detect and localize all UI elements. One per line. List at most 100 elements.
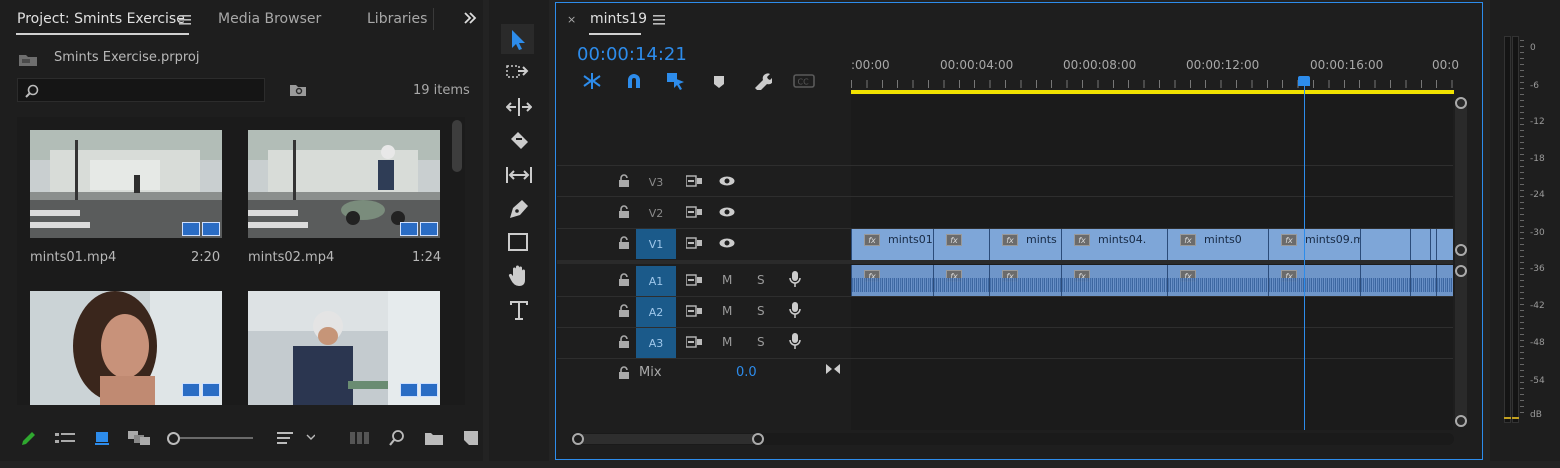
panel-menu-icon[interactable] — [179, 14, 191, 25]
sort-icons-icon[interactable] — [277, 431, 315, 445]
track-name-v2[interactable]: V2 — [636, 198, 676, 228]
audio-clip[interactable] — [1360, 265, 1410, 296]
eye-icon[interactable] — [719, 238, 735, 248]
overflow-chevron-icon[interactable] — [463, 12, 477, 24]
mute-button[interactable]: M — [722, 335, 732, 349]
toggle-sync-lock-icon[interactable] — [686, 237, 702, 249]
add-marker-icon[interactable] — [713, 75, 725, 89]
tab-project[interactable]: Project: Smints Exercise — [17, 11, 185, 27]
clip-thumbnail-portrait[interactable] — [30, 291, 222, 405]
zoom-slider[interactable] — [167, 432, 253, 445]
microphone-icon[interactable] — [789, 302, 801, 319]
close-sequence-icon[interactable]: × — [567, 13, 576, 26]
icon-view-icon[interactable] — [95, 431, 109, 445]
wrench-settings-icon[interactable] — [752, 72, 772, 90]
audio-clip[interactable]: fx — [1061, 265, 1167, 296]
vertical-scrollbar[interactable] — [1455, 97, 1467, 427]
toggle-sync-lock-icon[interactable] — [686, 175, 702, 187]
video-clip[interactable] — [1360, 229, 1410, 260]
video-clip[interactable]: fx mints04. — [1061, 229, 1167, 260]
track-select-tool[interactable] — [506, 63, 532, 83]
mute-button[interactable]: M — [722, 304, 732, 318]
clip-thumbnail-rider[interactable] — [248, 291, 440, 405]
zoom-range-bar[interactable] — [574, 434, 764, 444]
audio-clip[interactable] — [1436, 265, 1453, 296]
lock-icon[interactable] — [618, 205, 630, 218]
zoom-handle-right[interactable] — [752, 433, 764, 445]
rectangle-tool[interactable] — [508, 233, 530, 253]
toggle-sync-lock-icon[interactable] — [686, 305, 702, 317]
clip-thumbnail-mints01[interactable] — [30, 130, 222, 238]
tab-media-browser[interactable]: Media Browser — [218, 11, 321, 27]
captions-icon[interactable]: CC — [793, 74, 815, 88]
horizontal-zoom-scrollbar[interactable] — [570, 433, 1454, 445]
lock-icon[interactable] — [618, 366, 630, 379]
find-icon[interactable] — [389, 430, 405, 446]
scroll-handle-mid2[interactable] — [1455, 265, 1467, 277]
track-name-a3[interactable]: A3 — [636, 328, 676, 358]
eye-icon[interactable] — [719, 207, 735, 217]
slip-tool[interactable] — [505, 165, 533, 185]
video-clip[interactable]: fx mints01 — [851, 229, 933, 260]
audio-clip[interactable]: fx — [1268, 265, 1360, 296]
video-clip[interactable]: fx — [933, 229, 989, 260]
new-bin-icon[interactable] — [425, 431, 443, 445]
playhead-timecode[interactable]: 00:00:14:21 — [577, 44, 687, 65]
audio-clip[interactable]: fx — [933, 265, 989, 296]
audio-clip[interactable]: fx — [989, 265, 1061, 296]
sequence-tab[interactable]: mints19 — [590, 11, 647, 27]
work-area-bar[interactable] — [851, 90, 1454, 94]
solo-button[interactable]: S — [757, 304, 765, 318]
mute-button[interactable]: M — [722, 273, 732, 287]
zoom-slider-handle[interactable] — [167, 432, 180, 445]
pencil-icon[interactable] — [19, 430, 37, 448]
lock-icon[interactable] — [618, 174, 630, 187]
razor-tool[interactable] — [508, 130, 530, 152]
lock-icon[interactable] — [618, 236, 630, 249]
snap-magnet-icon[interactable] — [625, 72, 643, 90]
ripple-edit-tool[interactable] — [506, 97, 532, 117]
track-name-a2[interactable]: A2 — [636, 297, 676, 327]
toggle-sync-lock-icon[interactable] — [686, 206, 702, 218]
hand-tool[interactable] — [507, 264, 531, 288]
playhead-line[interactable] — [1304, 85, 1305, 430]
scroll-handle-mid[interactable] — [1455, 244, 1467, 256]
video-clip[interactable]: fx mints0 — [1167, 229, 1268, 260]
video-clip[interactable] — [1436, 229, 1453, 260]
track-name-v1[interactable]: V1 — [636, 229, 676, 259]
bin-scrollbar[interactable] — [452, 120, 462, 172]
toggle-sync-lock-icon[interactable] — [686, 274, 702, 286]
track-name-a1[interactable]: A1 — [636, 266, 676, 296]
automate-to-sequence-icon[interactable] — [350, 432, 370, 444]
list-view-icon[interactable] — [55, 432, 75, 446]
audio-clip[interactable] — [1410, 265, 1436, 296]
microphone-icon[interactable] — [789, 333, 801, 350]
toggle-sync-lock-icon[interactable] — [686, 336, 702, 348]
pen-tool[interactable] — [508, 198, 530, 220]
scroll-handle-top[interactable] — [1455, 97, 1467, 109]
video-clip[interactable]: fx mints09.m — [1268, 229, 1360, 260]
zoom-handle-left[interactable] — [572, 433, 584, 445]
playhead-handle[interactable] — [1298, 76, 1310, 86]
new-search-bin-icon[interactable] — [289, 82, 307, 97]
audio-clip[interactable]: fx — [851, 265, 933, 296]
freeform-view-icon[interactable] — [128, 431, 152, 445]
clip-thumbnail-mints02[interactable] — [248, 130, 440, 238]
video-clip[interactable]: fx mints — [989, 229, 1061, 260]
solo-button[interactable]: S — [757, 273, 765, 287]
lock-icon[interactable] — [618, 335, 630, 348]
video-clip[interactable] — [1410, 229, 1430, 260]
nest-insert-icon[interactable] — [582, 72, 602, 90]
go-to-edit-icon[interactable] — [825, 363, 841, 375]
sequence-menu-icon[interactable] — [653, 14, 665, 25]
selection-tool[interactable] — [501, 24, 534, 54]
microphone-icon[interactable] — [789, 271, 801, 288]
scroll-handle-bottom[interactable] — [1455, 415, 1467, 427]
linked-selection-icon[interactable] — [666, 72, 686, 90]
mix-volume-value[interactable]: 0.0 — [736, 365, 757, 380]
track-name-v3[interactable]: V3 — [636, 167, 676, 197]
lock-icon[interactable] — [618, 273, 630, 286]
tab-libraries[interactable]: Libraries — [367, 11, 427, 27]
search-input[interactable] — [17, 78, 265, 102]
audio-clip[interactable]: fx — [1167, 265, 1268, 296]
